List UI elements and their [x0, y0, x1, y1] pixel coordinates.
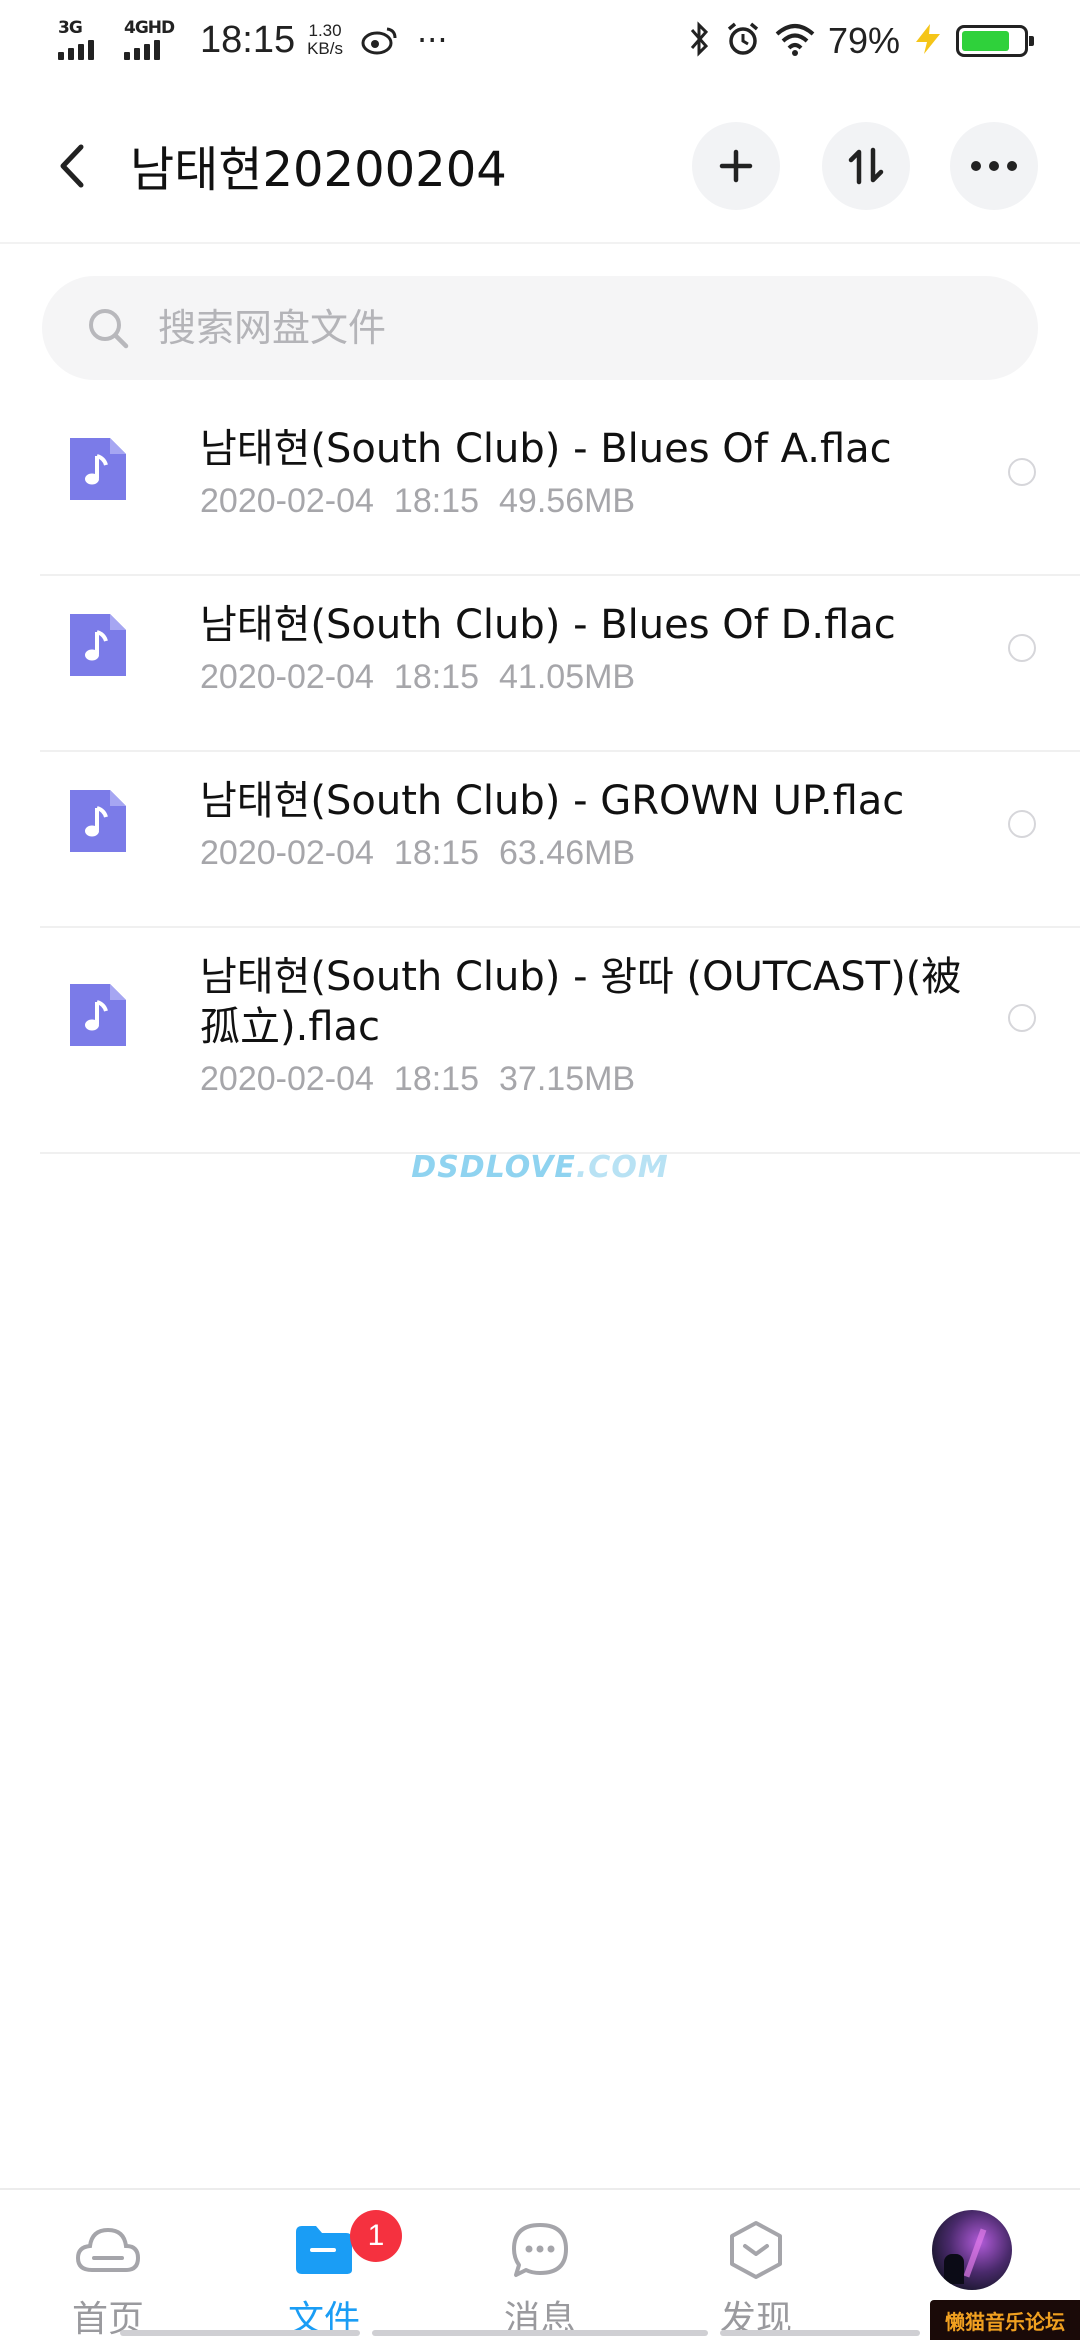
select-radio[interactable]	[1008, 1004, 1036, 1032]
status-bar: 3G 4GHD 18:15 1.30 KB/s ··· 79%	[0, 0, 1080, 84]
file-name: 남태현(South Club) - 왕따 (OUTCAST)(被孤立).flac	[200, 954, 962, 1050]
music-file-icon	[70, 984, 126, 1046]
signal-4g-icon: 4GHD	[124, 18, 184, 62]
music-file-icon	[70, 614, 126, 676]
sort-button[interactable]	[822, 122, 910, 210]
file-meta: 2020-02-04 18:15 63.46MB	[200, 834, 636, 872]
search-bar[interactable]	[42, 276, 1038, 380]
alarm-icon	[724, 20, 762, 62]
clock: 18:15	[200, 18, 296, 61]
weibo-icon	[361, 25, 399, 55]
back-button[interactable]	[48, 136, 96, 196]
file-row[interactable]: 남태현(South Club) - GROWN UP.flac 2020-02-…	[40, 752, 1080, 928]
select-radio[interactable]	[1008, 634, 1036, 662]
forum-watermark-tag: 懒猫音乐论坛	[930, 2300, 1080, 2340]
plus-icon	[719, 149, 753, 183]
tab-files[interactable]: 文件	[216, 2190, 432, 2340]
file-meta: 2020-02-04 18:15 41.05MB	[200, 658, 636, 696]
network-speed: 1.30 KB/s	[307, 21, 343, 58]
battery-icon	[956, 25, 1034, 57]
sort-icon	[848, 147, 884, 185]
watermark: DSDLOVE.COM	[411, 1150, 669, 1185]
app-header: 남태현20200204	[0, 84, 1080, 244]
bottom-tab-bar: 首页 文件 消息 1 发现	[0, 2188, 1080, 2340]
more-dots-icon	[971, 161, 1017, 171]
message-badge: 1	[350, 2210, 402, 2262]
tab-discover[interactable]: 发现	[648, 2190, 864, 2340]
page-title: 남태현20200204	[130, 142, 507, 198]
gesture-bar	[120, 2330, 360, 2336]
bluetooth-icon	[686, 20, 712, 62]
music-file-icon	[70, 790, 126, 852]
file-row[interactable]: 남태현(South Club) - 왕따 (OUTCAST)(被孤立).flac…	[40, 928, 1080, 1154]
discover-icon	[724, 2218, 788, 2282]
battery-percent: 79%	[827, 20, 900, 61]
file-name: 남태현(South Club) - Blues Of D.flac	[200, 602, 896, 648]
avatar[interactable]	[932, 2210, 1012, 2290]
search-input[interactable]	[158, 306, 938, 350]
signal-3g-icon: 3G	[58, 18, 118, 62]
overflow-dots: ···	[417, 21, 448, 59]
file-row[interactable]: 남태현(South Club) - Blues Of D.flac 2020-0…	[40, 576, 1080, 752]
charging-icon	[912, 22, 944, 60]
file-row[interactable]: 남태현(South Club) - Blues Of A.flac 2020-0…	[40, 400, 1080, 576]
wifi-icon	[774, 22, 816, 60]
add-button[interactable]	[692, 122, 780, 210]
folder-icon	[292, 2218, 356, 2282]
select-radio[interactable]	[1008, 810, 1036, 838]
chevron-left-icon	[60, 144, 84, 188]
file-list: 남태현(South Club) - Blues Of A.flac 2020-0…	[0, 400, 1080, 1154]
gesture-bar	[720, 2330, 920, 2336]
file-name: 남태현(South Club) - Blues Of A.flac	[200, 426, 892, 472]
search-icon	[89, 309, 129, 349]
tab-home[interactable]: 首页	[0, 2190, 216, 2340]
file-name: 남태현(South Club) - GROWN UP.flac	[200, 778, 905, 824]
more-button[interactable]	[950, 122, 1038, 210]
file-meta: 2020-02-04 18:15 37.15MB	[200, 1060, 636, 1098]
gesture-bar	[372, 2330, 708, 2336]
cloud-icon	[76, 2218, 140, 2282]
chat-icon	[508, 2218, 572, 2282]
file-meta: 2020-02-04 18:15 49.56MB	[200, 482, 636, 520]
select-radio[interactable]	[1008, 458, 1036, 486]
tab-messages[interactable]: 消息	[432, 2190, 648, 2340]
music-file-icon	[70, 438, 126, 500]
